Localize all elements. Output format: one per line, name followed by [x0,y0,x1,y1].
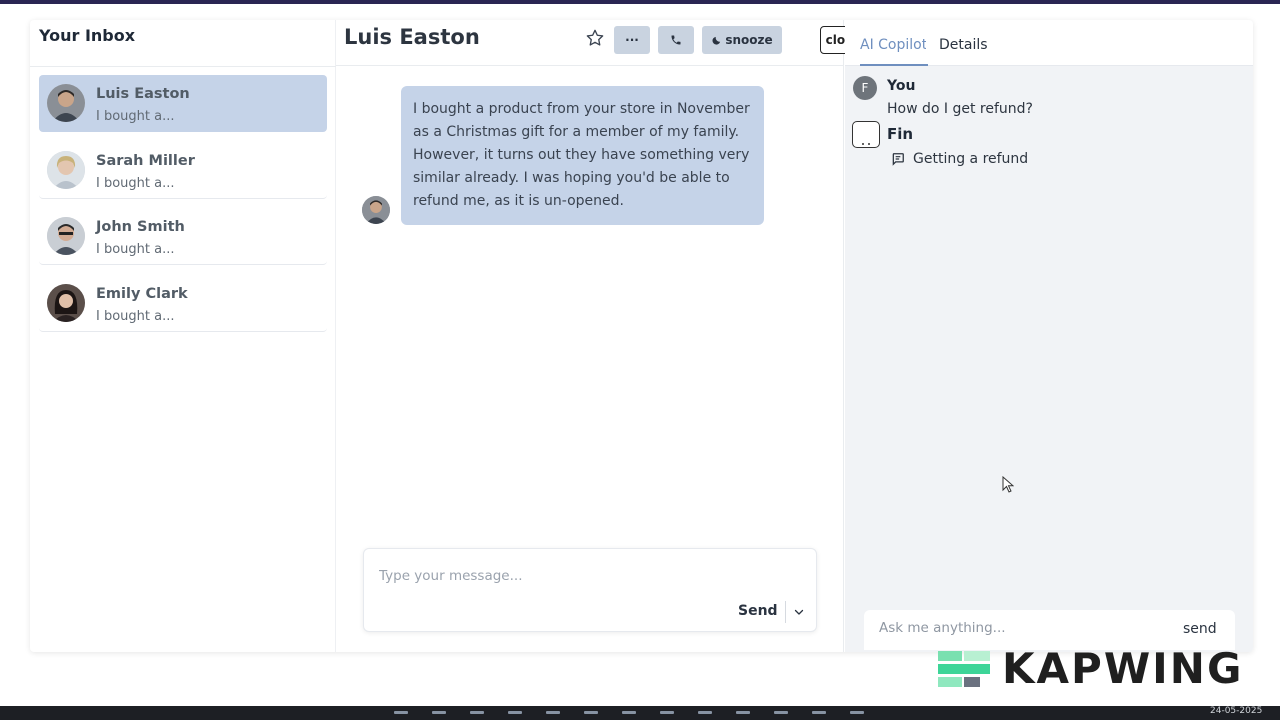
inbox-divider [30,66,336,67]
conversation-item-sarah-miller[interactable]: Sarah Miller I bought a... [39,142,327,199]
message-composer: Send [363,548,817,632]
taskbar-app-icon[interactable] [470,711,484,714]
copilot-send-button[interactable]: send [1183,621,1217,637]
tab-ai-copilot[interactable]: AI Copilot [860,37,926,53]
call-button[interactable] [658,26,694,54]
window-top-accent [0,0,1280,4]
conversation-item-john-smith[interactable]: John Smith I bought a... [39,208,327,265]
user-question: How do I get refund? [887,101,1033,117]
fin-bot-avatar [852,121,880,148]
conversation-preview: I bought a... [96,175,175,191]
conversation-list: Luis Easton I bought a... Sarah Miller I… [39,75,327,341]
fin-answer-title: Getting a refund [913,151,1029,167]
conversation-preview: I bought a... [96,242,175,257]
conversation-name: Luis Easton [96,86,190,102]
avatar [47,283,85,322]
conversation-title: Luis Easton [344,25,480,49]
user-avatar: F [853,76,877,100]
snooze-button[interactable]: snooze [702,26,782,54]
os-taskbar: 24-05-2025 [0,706,1280,720]
taskbar-app-icon[interactable] [698,711,712,714]
conversation-panel: Luis Easton ··· snooze close I bought a … [336,20,866,652]
conversation-item-emily-clark[interactable]: Emily Clark I bought a... [39,275,327,332]
kapwing-watermark: KAPWING [938,648,1243,690]
taskbar-app-icon[interactable] [546,711,560,714]
taskbar-app-icon[interactable] [660,711,674,714]
message-input[interactable] [379,568,739,584]
conversation-header: Luis Easton ··· snooze close [336,20,866,66]
taskbar-clock: 24-05-2025 [1210,706,1263,716]
fin-bot-name: Fin [887,125,914,143]
phone-icon [671,35,681,45]
kapwing-logo-icon [938,651,990,687]
taskbar-app-icon[interactable] [584,711,598,714]
chevron-down-icon [794,609,804,615]
active-tab-indicator [860,64,928,66]
support-app: Your Inbox Luis Easton I bought a... Sar… [30,20,1253,652]
taskbar-app-icon[interactable] [508,711,522,714]
moon-icon [712,36,721,45]
user-name: You [887,78,916,94]
inbox-title: Your Inbox [39,26,136,45]
avatar [47,84,85,122]
more-label: ··· [625,33,639,47]
taskbar-app-icon[interactable] [774,711,788,714]
send-divider [785,601,786,623]
fin-answer-source[interactable]: Getting a refund [891,148,1028,170]
conversation-item-luis-easton[interactable]: Luis Easton I bought a... [39,75,327,132]
customer-message-bubble: I bought a product from your store in No… [401,86,764,225]
conversation-name: Emily Clark [96,285,188,302]
kapwing-watermark-text: KAPWING [1002,644,1244,693]
taskbar-app-icon[interactable] [432,711,446,714]
star-icon [586,29,604,46]
taskbar-app-icon[interactable] [622,711,636,714]
taskbar-app-icon[interactable] [394,711,408,714]
conversation-preview: I bought a... [96,308,175,324]
conversation-name: John Smith [96,219,185,235]
send-button[interactable]: Send [738,603,778,619]
taskbar-app-icon[interactable] [850,711,864,714]
bot-icon [862,143,870,145]
message-avatar [362,196,390,224]
copilot-header: AI Copilot Details [845,20,1253,66]
mouse-cursor-icon [1002,476,1014,493]
taskbar-app-icon[interactable] [736,711,750,714]
more-options-button[interactable]: ··· [614,26,650,54]
inbox-panel: Your Inbox Luis Easton I bought a... Sar… [30,20,336,652]
copilot-input[interactable] [879,620,1159,636]
copilot-panel: AI Copilot Details F You How do I get re… [845,20,1253,652]
avatar [47,150,85,189]
send-options-button[interactable] [792,605,806,619]
snooze-label: snooze [725,33,773,47]
conversation-preview: I bought a... [96,109,175,124]
taskbar-app-icon[interactable] [812,711,826,714]
tab-details[interactable]: Details [939,37,988,53]
avatar [47,217,85,255]
conversation-name: Sarah Miller [96,152,195,169]
article-icon [892,153,904,166]
star-button[interactable] [584,27,606,49]
